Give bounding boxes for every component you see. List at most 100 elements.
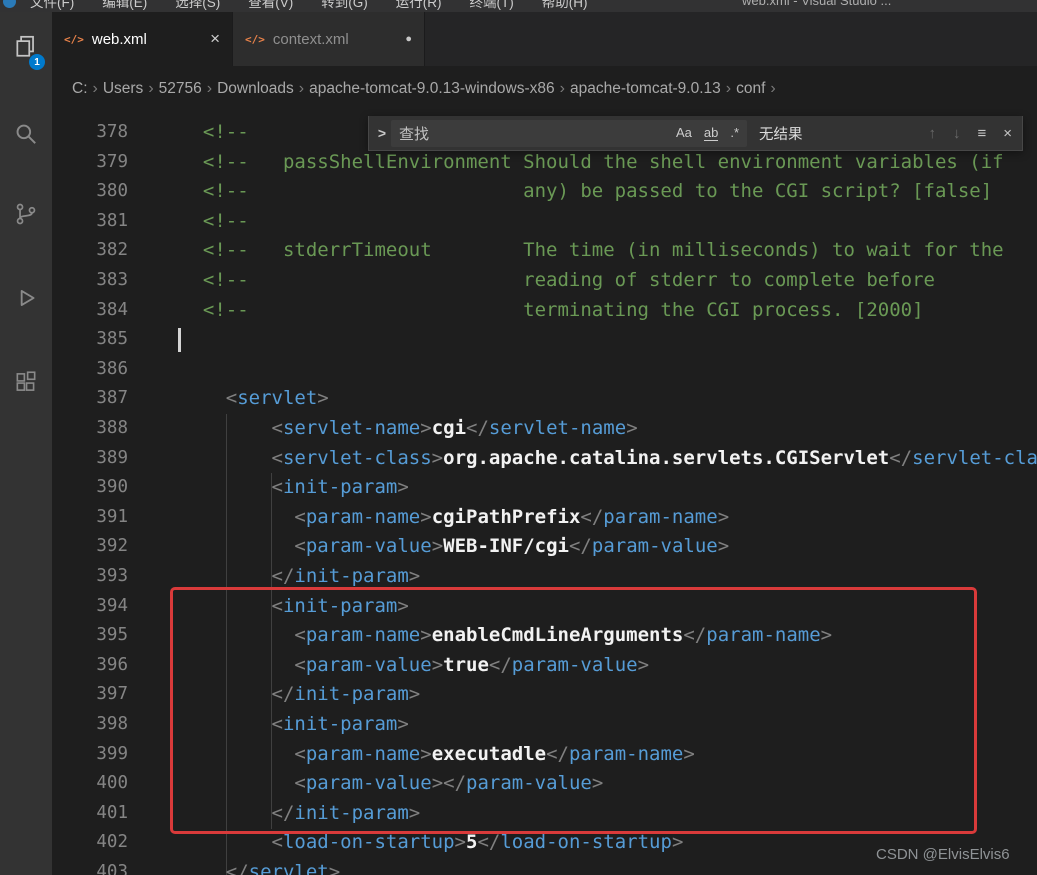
line-number[interactable]: 395 [52,621,128,651]
line-number[interactable]: 401 [52,799,128,829]
breadcrumb: C:›Users›52756›Downloads›apache-tomcat-9… [52,66,1037,112]
line-number[interactable]: 390 [52,473,128,503]
line-number[interactable]: 388 [52,414,128,444]
regex-toggle[interactable]: .* [730,125,739,141]
code-line[interactable]: 386 [52,355,1037,385]
chevron-right-icon: › [299,80,304,98]
code-line[interactable]: 392 <param-value>WEB-INF/cgi</param-valu… [52,532,1037,562]
code-line[interactable]: 396 <param-value>true</param-value> [52,651,1037,681]
line-number[interactable]: 383 [52,266,128,296]
line-number[interactable]: 397 [52,680,128,710]
menu-item[interactable]: 终端(T) [470,0,514,11]
code-line[interactable]: 400 <param-value></param-value> [52,769,1037,799]
search-icon[interactable] [0,114,52,154]
breadcrumb-item[interactable]: Downloads [217,80,294,98]
code-line[interactable]: 391 <param-name>cgiPathPrefix</param-nam… [52,503,1037,533]
menu-item[interactable]: 帮助(H) [542,0,588,11]
code-line[interactable]: 399 <param-name>executadle</param-name> [52,740,1037,770]
breadcrumb-item[interactable]: C: [72,80,88,98]
line-number[interactable]: 402 [52,828,128,858]
code-line[interactable]: 401 </init-param> [52,799,1037,829]
code-line[interactable]: 381 <!-- [52,207,1037,237]
code-text: <!-- [180,207,249,237]
code-text: </init-param> [180,680,420,710]
line-number[interactable]: 386 [52,355,128,385]
source-control-icon[interactable] [0,194,52,234]
line-number[interactable]: 384 [52,296,128,326]
line-number[interactable]: 379 [52,148,128,178]
xml-file-icon: </> [245,33,265,46]
code-editor[interactable]: 378 <!--379 <!-- passShellEnvironment Sh… [52,112,1037,875]
code-line[interactable]: 394 <init-param> [52,592,1037,622]
code-line[interactable]: 390 <init-param> [52,473,1037,503]
explorer-icon[interactable]: 1 [0,26,52,66]
code-line[interactable]: 393 </init-param> [52,562,1037,592]
code-text: <param-value>true</param-value> [180,651,649,681]
code-line[interactable]: 387 <servlet> [52,384,1037,414]
line-number[interactable]: 398 [52,710,128,740]
breadcrumb-item[interactable]: 52756 [159,80,202,98]
whole-word-toggle[interactable]: ab [704,125,718,141]
menu-item[interactable]: 选择(S) [175,0,220,11]
tab-label: context.xml [273,31,349,48]
code-line[interactable]: 395 <param-name>enableCmdLineArguments</… [52,621,1037,651]
line-number[interactable]: 385 [52,325,128,355]
code-line[interactable]: 398 <init-param> [52,710,1037,740]
extensions-icon[interactable] [0,362,52,402]
code-text: <!-- [180,118,249,148]
menu-item[interactable]: 文件(F) [30,0,74,11]
breadcrumb-item[interactable]: apache-tomcat-9.0.13 [570,80,721,98]
line-number[interactable]: 378 [52,118,128,148]
find-next-button[interactable]: ↓ [953,125,961,142]
find-previous-button[interactable]: ↑ [928,125,936,142]
tab-close-icon[interactable]: × [210,29,220,49]
code-line[interactable]: 397 </init-param> [52,680,1037,710]
line-number[interactable]: 380 [52,177,128,207]
code-line[interactable]: 382 <!-- stderrTimeout The time (in mill… [52,236,1037,266]
chevron-right-icon: › [207,80,212,98]
tab-context.xml[interactable]: </> context.xml ● [233,12,425,66]
code-text: <!-- stderrTimeout The time (in millisec… [180,236,1004,266]
code-line[interactable]: 385 [52,325,1037,355]
line-number[interactable]: 399 [52,740,128,770]
line-number[interactable]: 381 [52,207,128,237]
find-results-label: 无结果 [759,123,803,144]
code-text: <param-name>executadle</param-name> [180,740,695,770]
toggle-replace-chevron-icon[interactable]: > [373,125,391,141]
line-number[interactable]: 393 [52,562,128,592]
code-line[interactable]: 379 <!-- passShellEnvironment Should the… [52,148,1037,178]
code-line[interactable]: 380 <!-- any) be passed to the CGI scrip… [52,177,1037,207]
line-number[interactable]: 382 [52,236,128,266]
match-case-toggle[interactable]: Aa [676,125,692,141]
code-line[interactable]: 389 <servlet-class>org.apache.catalina.s… [52,444,1037,474]
modified-dot-icon: ● [405,33,412,45]
line-number[interactable]: 389 [52,444,128,474]
menu-bar: 文件(F) 编辑(E) 选择(S) 查看(V) 转到(G) 运行(R) 终端(T) 帮助(H) [30,0,588,11]
find-in-selection-toggle[interactable]: ≡ [977,125,986,142]
code-line[interactable]: 384 <!-- terminating the CGI process. [2… [52,296,1037,326]
line-number[interactable]: 394 [52,592,128,622]
menu-item[interactable]: 查看(V) [248,0,293,11]
breadcrumb-item[interactable]: conf [736,80,765,98]
tab-web.xml[interactable]: </>web.xml× [52,12,233,66]
find-close-button[interactable]: × [1003,125,1012,142]
find-input[interactable]: 查找 Aa ab .* [391,120,747,147]
line-number[interactable]: 400 [52,769,128,799]
line-number[interactable]: 387 [52,384,128,414]
breadcrumb-item[interactable]: apache-tomcat-9.0.13-windows-x86 [309,80,555,98]
code-line[interactable]: 383 <!-- reading of stderr to complete b… [52,266,1037,296]
run-and-debug-icon[interactable] [0,278,52,318]
line-number[interactable]: 391 [52,503,128,533]
menu-item[interactable]: 转到(G) [321,0,368,11]
code-line[interactable]: 388 <servlet-name>cgi</servlet-name> [52,414,1037,444]
line-number[interactable]: 403 [52,858,128,875]
menu-item[interactable]: 运行(R) [396,0,442,11]
vscode-window: 文件(F) 编辑(E) 选择(S) 查看(V) 转到(G) 运行(R) 终端(T) 帮助(H)… [0,0,1037,875]
find-toggles: Aa ab .* [676,125,739,141]
menu-item[interactable]: 编辑(E) [102,0,147,11]
line-number[interactable]: 396 [52,651,128,681]
line-number[interactable]: 392 [52,532,128,562]
chevron-right-icon: › [148,80,153,98]
title-bar: 文件(F) 编辑(E) 选择(S) 查看(V) 转到(G) 运行(R) 终端(T) 帮助(H)… [0,0,1037,12]
breadcrumb-item[interactable]: Users [103,80,143,98]
